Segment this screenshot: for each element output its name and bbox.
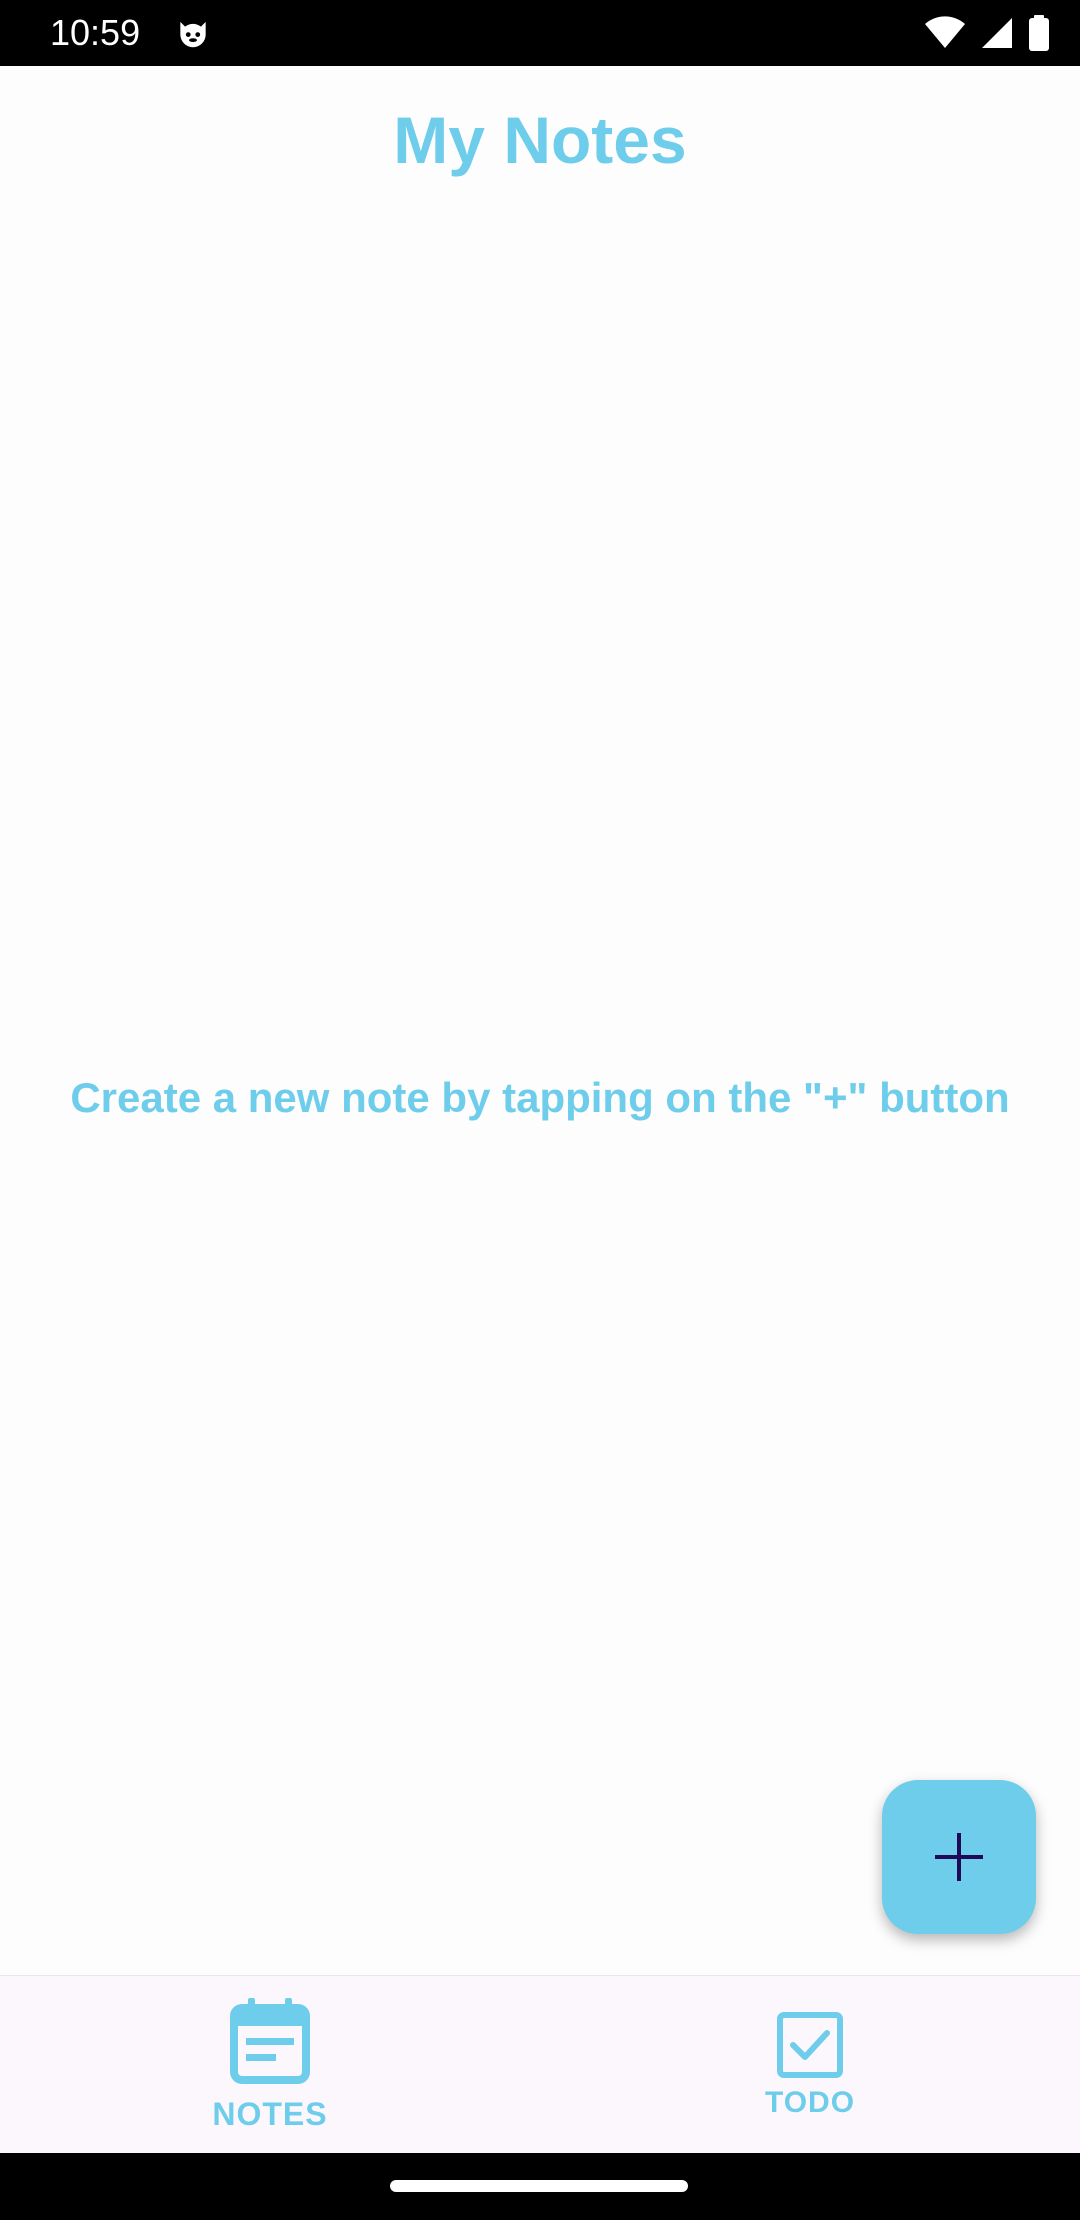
status-icons [924,14,1050,52]
empty-state-message: Create a new note by tapping on the "+" … [70,1074,1010,1121]
add-note-button[interactable] [882,1780,1036,1934]
plus-icon [935,1833,983,1881]
bottom-navigation: NOTES TODO [0,1975,1080,2154]
system-navigation-bar [0,2153,1080,2220]
checkbox-icon [777,2012,843,2078]
nav-item-notes[interactable]: NOTES [0,1976,540,2154]
screen: 10:59 My Notes Create a new note by tapp… [0,0,1080,2220]
status-bar: 10:59 [0,0,1080,66]
battery-icon [1029,15,1049,51]
cell-signal-icon [982,18,1012,48]
nav-label-notes: NOTES [212,2096,328,2132]
home-gesture-handle[interactable] [390,2180,688,2192]
cat-face-icon [180,21,206,48]
nav-item-todo[interactable]: TODO [540,1976,1080,2154]
notes-calendar-icon [230,1998,310,2084]
wifi-icon [925,16,965,48]
nav-label-todo: TODO [764,2086,856,2119]
status-time: 10:59 [50,12,141,53]
page-title: My Notes [393,103,687,177]
